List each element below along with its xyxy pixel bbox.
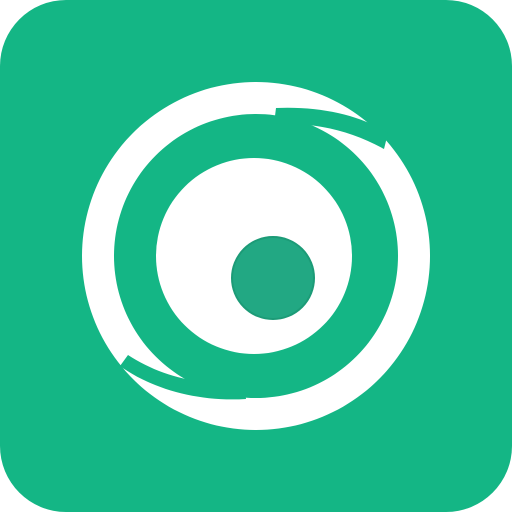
app-icon (0, 0, 512, 512)
eye-pupil (231, 236, 315, 320)
swirl-eye-icon (0, 0, 512, 512)
